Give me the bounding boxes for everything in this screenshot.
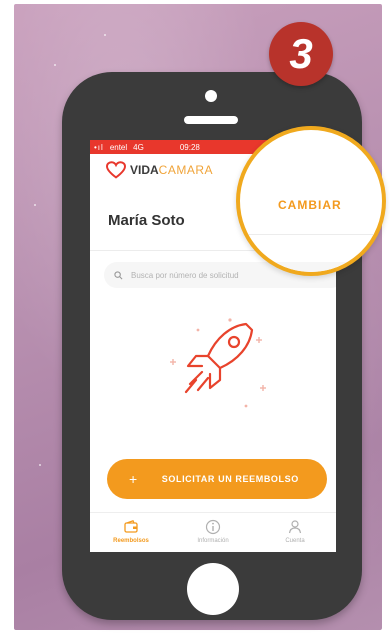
- signal-icon: •ıl: [94, 142, 104, 152]
- change-link[interactable]: CAMBIAR: [278, 198, 342, 212]
- rocket-icon: [170, 318, 266, 408]
- magnifier-callout: CAMBIAR: [236, 126, 386, 276]
- carrier-label: entel: [109, 142, 128, 152]
- step-badge: 3: [269, 22, 333, 86]
- search-icon: [114, 270, 123, 279]
- bottom-nav: Reembolsos Información Cuenta: [90, 512, 336, 552]
- user-name: María Soto: [108, 212, 185, 229]
- scene: •ıl entel 4G 09:28 VIDA CAMARA María Sot…: [0, 0, 390, 634]
- brand-name-part2: CAMARA: [158, 163, 214, 177]
- user-icon: [288, 520, 302, 534]
- time-label: 09:28: [179, 142, 200, 152]
- brand-name-part1: VIDA: [130, 163, 159, 177]
- info-icon: [205, 519, 221, 535]
- divider: [240, 234, 382, 235]
- network-label: 4G: [133, 142, 144, 152]
- request-reimbursement-label: SOLICITAR UN REEMBOLSO: [161, 474, 299, 484]
- speaker-grille: [184, 116, 238, 124]
- wallet-icon: [124, 519, 138, 533]
- plus-icon: +: [129, 471, 138, 487]
- nav-item-informacion[interactable]: Información: [173, 519, 253, 544]
- request-reimbursement-button[interactable]: + SOLICITAR UN REEMBOLSO: [107, 459, 327, 499]
- nav-item-reembolsos[interactable]: Reembolsos: [91, 519, 171, 544]
- nav-item-cuenta[interactable]: Cuenta: [255, 519, 335, 544]
- nav-label: Reembolsos: [113, 538, 149, 544]
- heart-logo-icon: [106, 161, 126, 179]
- nav-label: Cuenta: [285, 538, 305, 544]
- camera-dot: [205, 90, 217, 102]
- nav-label: Información: [197, 538, 229, 544]
- home-button: [187, 563, 239, 615]
